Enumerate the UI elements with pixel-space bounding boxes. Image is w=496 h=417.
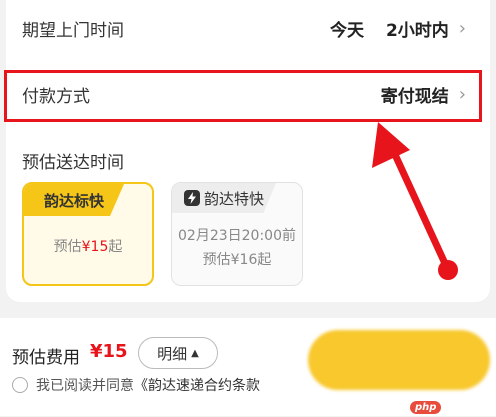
expected-pickup-row[interactable]: 期望上门时间 今天 2小时内 › (22, 8, 466, 48)
payment-method-value: 寄付现结 (380, 86, 449, 107)
checkbox-circle-icon[interactable] (12, 377, 28, 393)
service-tag-express-label: 韵达特快 (203, 189, 264, 208)
service-price-express: 预估¥16起 (202, 252, 272, 268)
expected-pickup-label: 期望上门时间 (22, 20, 124, 41)
payment-method-value-group[interactable]: 寄付现结 › (381, 82, 466, 107)
agreement-terms-link[interactable]: 《韵达速递合约条款 (134, 375, 260, 395)
service-option-express[interactable]: 韵达特快 02月23日20:00前 预估¥16起 (171, 182, 303, 286)
price-suffix: 起 (108, 239, 123, 255)
fee-detail-label: 明细 (157, 344, 188, 363)
pickup-day: 今天 (329, 20, 364, 41)
estimated-fee-label: 预估费用 (12, 348, 80, 368)
estimated-fee-value: ¥15 (90, 341, 128, 362)
watermark-text: 中文网 (444, 402, 484, 417)
agreement-text: 我已阅读并同意 (36, 378, 134, 394)
price-amount: ¥15 (81, 239, 109, 255)
service-price-standard: 预估¥15起 (24, 236, 152, 256)
fee-detail-button[interactable]: 明细 ▲ (138, 337, 218, 369)
agreement-row[interactable]: 我已阅读并同意 《韵达速递合约条款 (12, 375, 260, 395)
lightning-icon (183, 190, 200, 206)
watermark: php 中文网 (410, 398, 483, 417)
service-date-express: 02月23日20:00前 (178, 228, 296, 244)
service-option-standard[interactable]: 韵达标快 预估¥15起 (22, 182, 154, 286)
service-tag-express: 韵达特快 (172, 183, 276, 213)
submit-order-button[interactable] (308, 330, 490, 390)
payment-method-row[interactable]: 付款方式 寄付现结 › (22, 74, 466, 114)
service-tag-standard: 韵达标快 (24, 184, 124, 216)
chevron-right-icon: › (458, 17, 466, 39)
price-prefix: 预估 (53, 239, 82, 255)
pickup-window: 2小时内 (385, 20, 449, 41)
delivery-time-title: 预估送达时间 (22, 153, 124, 173)
watermark-logo: php (410, 401, 442, 414)
chevron-right-icon: › (458, 83, 466, 105)
payment-method-label: 付款方式 (22, 86, 90, 107)
expected-pickup-value[interactable]: 今天 2小时内 › (330, 16, 466, 41)
caret-up-icon: ▲ (191, 347, 199, 359)
